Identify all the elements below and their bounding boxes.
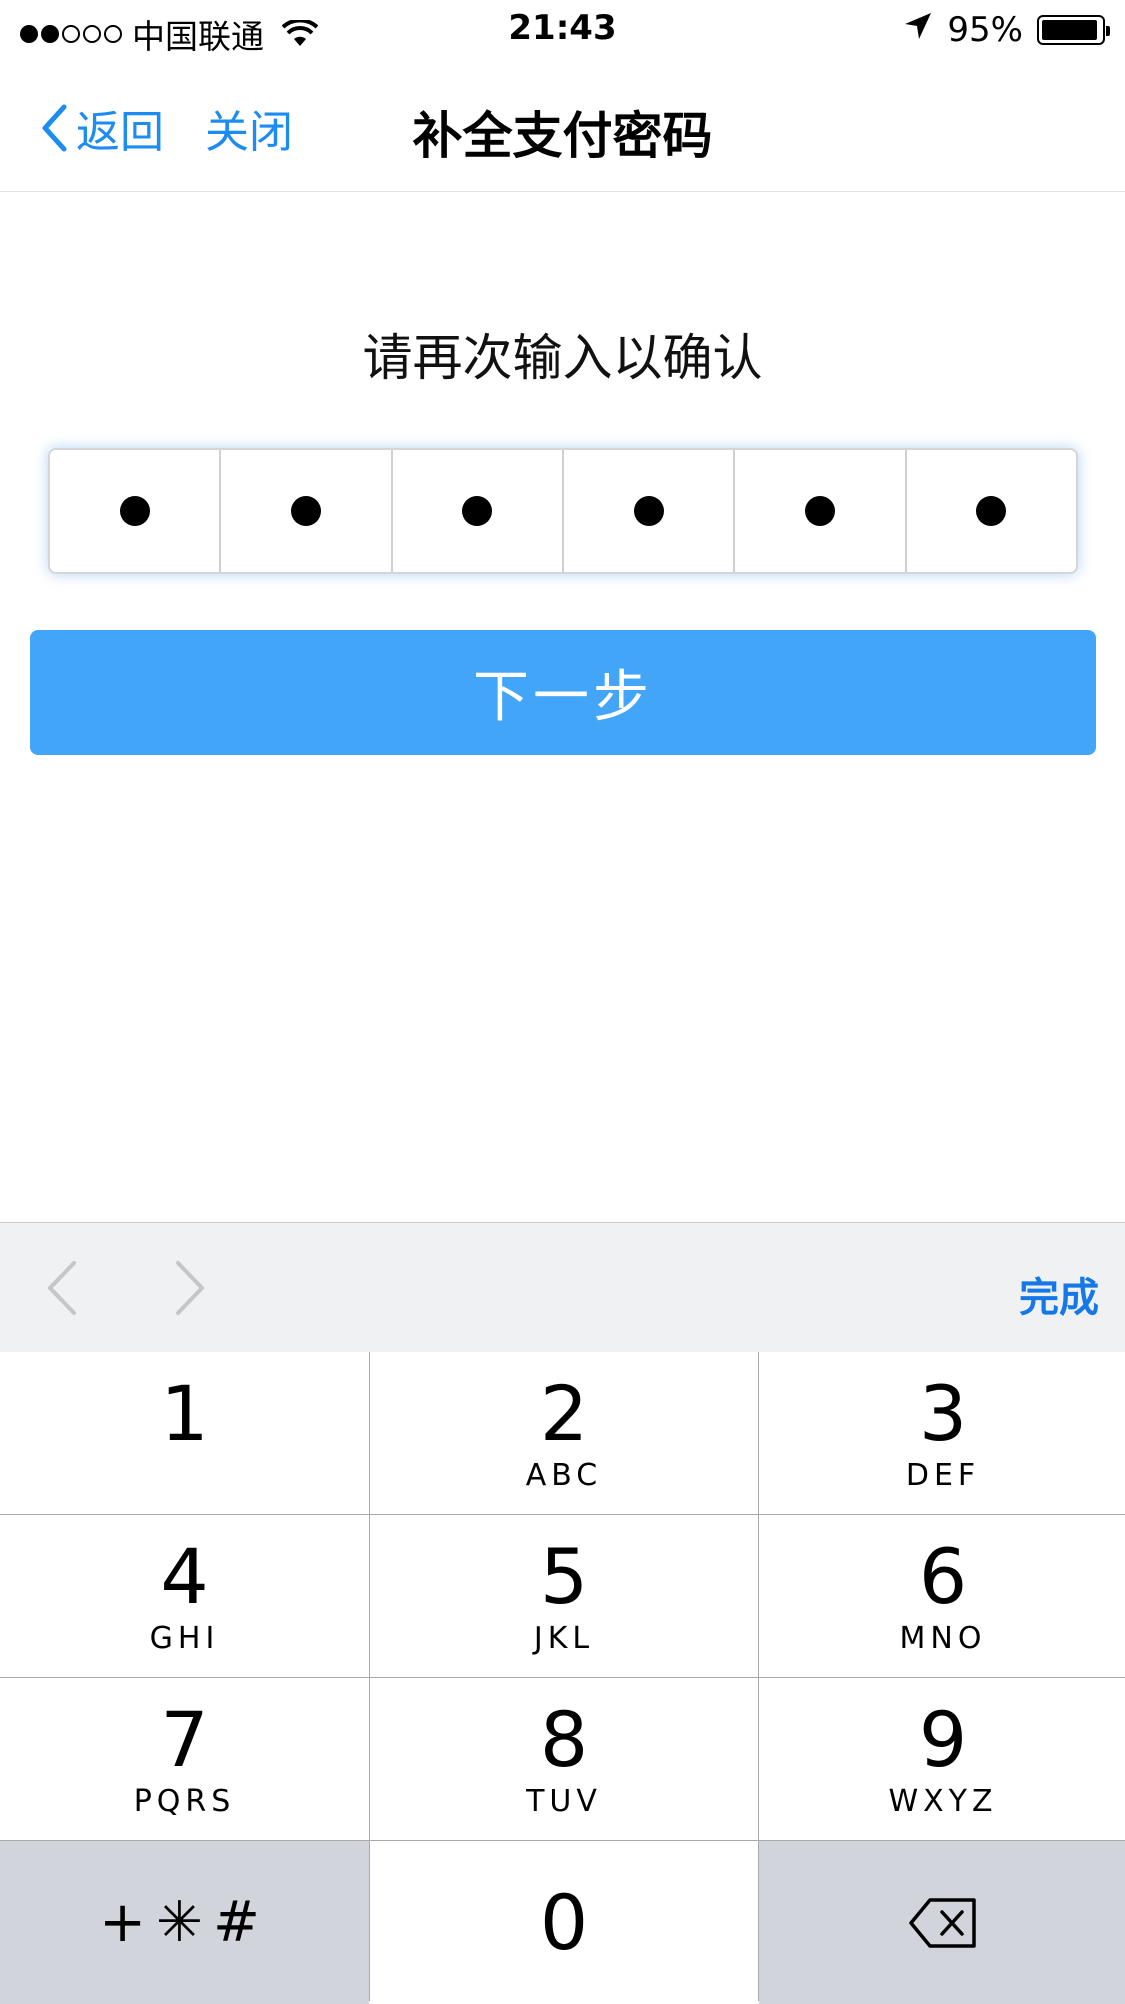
key-digit: 1 — [160, 1369, 209, 1458]
key-digit: 0 — [539, 1877, 589, 1967]
pin-cell — [50, 450, 222, 572]
pin-dot — [290, 496, 321, 526]
pin-cell — [393, 450, 564, 572]
pin-dot — [633, 496, 664, 526]
pin-dot — [804, 496, 835, 526]
location-arrow-icon — [903, 10, 933, 50]
key-digit: 8 — [539, 1695, 589, 1784]
key-letters: DEF — [905, 1458, 981, 1493]
key-digit: 2 — [539, 1369, 589, 1458]
pin-cell — [564, 450, 736, 572]
next-step-button[interactable]: 下一步 — [30, 630, 1096, 755]
key-0[interactable]: 0 — [370, 1841, 758, 2004]
key-6[interactable]: 6 MNO — [759, 1515, 1125, 1677]
navigation-bar: 返回 关闭 补全支付密码 — [0, 62, 1125, 192]
page-title: 补全支付密码 — [412, 107, 713, 165]
chevron-left-icon — [48, 1261, 76, 1315]
key-9[interactable]: 9 WXYZ — [759, 1678, 1125, 1840]
key-3[interactable]: 3 DEF — [759, 1352, 1125, 1514]
key-digit: 3 — [918, 1369, 968, 1458]
key-letters: MNO — [899, 1621, 987, 1656]
confirm-prompt: 请再次输入以确认 — [362, 329, 763, 387]
pin-input[interactable] — [48, 448, 1078, 574]
symbols-key[interactable]: +✳# — [0, 1841, 369, 2004]
pin-cell — [735, 450, 907, 572]
previous-field-button[interactable] — [44, 1259, 80, 1321]
key-7[interactable]: 7 PQRS — [0, 1678, 369, 1840]
next-field-button[interactable] — [172, 1259, 208, 1321]
battery-percent: 95% — [947, 10, 1023, 50]
done-button[interactable]: 完成 — [1019, 1265, 1099, 1323]
pin-cell — [907, 450, 1076, 572]
key-letters: JKL — [533, 1621, 595, 1656]
pin-dot — [462, 496, 493, 526]
pin-dot — [976, 496, 1007, 526]
key-8[interactable]: 8 TUV — [370, 1678, 758, 1840]
key-2[interactable]: 2 ABC — [370, 1352, 758, 1514]
key-letters: GHI — [149, 1621, 220, 1656]
key-1[interactable]: 1 — [0, 1352, 369, 1514]
numeric-keypad: 1 2 ABC 3 DEF 4 GHI 5 JKL 6 MNO 7 PQRS 8… — [0, 1352, 1125, 2004]
key-letters: TUV — [526, 1784, 602, 1819]
key-5[interactable]: 5 JKL — [370, 1515, 758, 1677]
status-bar: 中国联通 21:43 95% — [0, 0, 1125, 62]
key-digit: 5 — [539, 1532, 589, 1621]
key-letters: WXYZ — [888, 1784, 998, 1819]
status-right: 95% — [903, 10, 1110, 50]
keyboard-toolbar: 完成 — [0, 1222, 1125, 1352]
key-digit: 6 — [918, 1532, 968, 1621]
symbols-label: +✳# — [99, 1890, 270, 1955]
key-letters: ABC — [525, 1458, 603, 1493]
battery-fill — [1042, 20, 1098, 40]
chevron-right-icon — [176, 1261, 204, 1315]
battery-icon — [1037, 15, 1110, 45]
key-digit: 4 — [160, 1532, 209, 1621]
key-letters: PQRS — [133, 1784, 236, 1819]
key-digit: 9 — [918, 1695, 968, 1784]
key-digit: 7 — [160, 1695, 209, 1784]
delete-key[interactable] — [759, 1841, 1125, 2004]
key-4[interactable]: 4 GHI — [0, 1515, 369, 1677]
pin-cell — [221, 450, 393, 572]
pin-dot — [119, 496, 150, 526]
backspace-icon — [909, 1897, 976, 1948]
